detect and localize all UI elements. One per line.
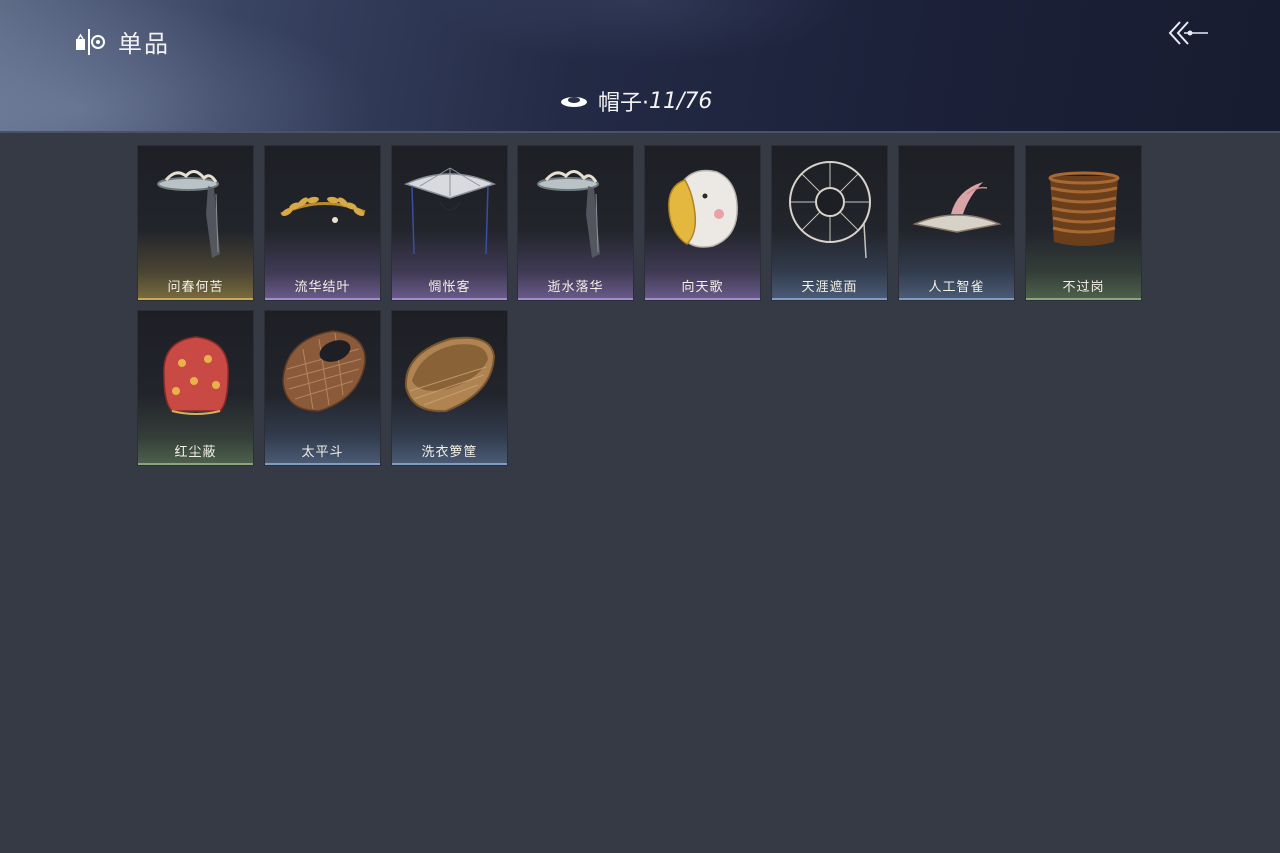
veiled-hat-icon bbox=[157, 170, 220, 258]
rarity-line bbox=[265, 463, 380, 465]
rarity-line bbox=[392, 298, 507, 300]
item-card[interactable]: 太平斗 bbox=[264, 310, 381, 466]
category-label: 帽子· bbox=[598, 91, 649, 116]
basket-icon bbox=[404, 336, 496, 413]
item-card[interactable]: 洗衣箩筐 bbox=[391, 310, 508, 466]
item-name: 太平斗 bbox=[301, 445, 344, 460]
page-title: 单品 bbox=[118, 30, 170, 58]
header-banner: 单品 帽子· 11/76 bbox=[0, 0, 1280, 131]
item-name: 人工智雀 bbox=[928, 280, 985, 295]
bowl-stack-icon bbox=[1048, 171, 1120, 246]
item-name: 流华结叶 bbox=[294, 280, 351, 295]
item-name: 惆怅客 bbox=[428, 280, 471, 295]
back-arrow-icon[interactable] bbox=[1166, 18, 1210, 52]
rarity-line bbox=[518, 298, 633, 300]
item-card[interactable]: 天涯遮面 bbox=[771, 145, 888, 301]
goose-hood-icon bbox=[668, 169, 738, 248]
item-name: 向天歌 bbox=[681, 280, 724, 295]
rarity-line bbox=[265, 298, 380, 300]
rarity-line bbox=[138, 463, 253, 465]
laurel-crown-icon bbox=[280, 196, 366, 223]
wire-hat-icon bbox=[789, 161, 871, 259]
item-card[interactable]: 向天歌 bbox=[644, 145, 761, 301]
outfit-icon bbox=[76, 29, 105, 55]
red-hood-icon bbox=[163, 336, 229, 415]
item-card[interactable]: 不过岗 bbox=[1025, 145, 1142, 301]
bird-hat-icon bbox=[912, 182, 1002, 233]
rarity-line bbox=[1026, 298, 1141, 300]
wicker-hat-icon bbox=[282, 330, 366, 412]
hat-icon bbox=[561, 97, 587, 107]
rarity-line bbox=[645, 298, 760, 300]
item-card[interactable]: 问春何苦 bbox=[137, 145, 254, 301]
item-card[interactable]: 惆怅客 bbox=[391, 145, 508, 301]
rarity-line bbox=[138, 298, 253, 300]
item-card[interactable]: 逝水落华 bbox=[517, 145, 634, 301]
item-card[interactable]: 红尘蔽 bbox=[137, 310, 254, 466]
veiled-hat-icon bbox=[537, 170, 600, 258]
category-count: 11/76 bbox=[649, 88, 713, 114]
item-card[interactable]: 流华结叶 bbox=[264, 145, 381, 301]
item-name: 红尘蔽 bbox=[174, 445, 217, 460]
rarity-line bbox=[392, 463, 507, 465]
item-name: 逝水落华 bbox=[547, 280, 604, 295]
item-name: 天涯遮面 bbox=[801, 280, 858, 295]
bamboo-hat-icon bbox=[403, 167, 497, 255]
item-name: 洗衣箩筐 bbox=[421, 445, 478, 460]
item-name: 不过岗 bbox=[1062, 280, 1105, 295]
item-card[interactable]: 人工智雀 bbox=[898, 145, 1015, 301]
item-name: 问春何苦 bbox=[167, 280, 224, 295]
rarity-line bbox=[899, 298, 1014, 300]
header-divider bbox=[0, 131, 1280, 133]
rarity-line bbox=[772, 298, 887, 300]
category-header: 帽子· 11/76 bbox=[560, 86, 712, 116]
